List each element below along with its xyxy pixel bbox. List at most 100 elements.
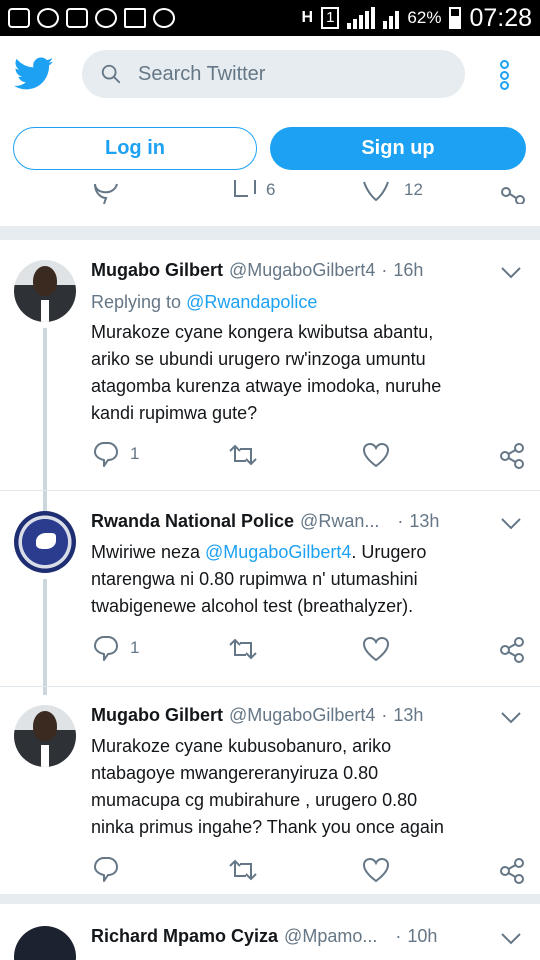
tweet-text-line: atagomba kurenza atwaye imodoka, nuruhe — [91, 376, 442, 396]
replying-to: Replying to @Rwandapolice — [91, 292, 317, 313]
tweet-text-line: twabigenewe alcohol test (breathalyzer). — [91, 596, 414, 616]
tweet-text: Murakoze cyane kongera kwibutsa abantu, … — [91, 319, 511, 427]
retweet-count: 6 — [266, 180, 276, 199]
chevron-down-icon[interactable] — [500, 517, 522, 531]
mute-icon — [124, 8, 146, 28]
signal-icon — [347, 7, 376, 29]
notification-icons — [8, 8, 175, 28]
display-name[interactable]: Mugabo Gilbert — [91, 260, 223, 281]
search-icon — [101, 64, 121, 84]
section-divider — [0, 226, 540, 240]
add-icon — [8, 8, 30, 28]
user-handle[interactable]: @Rwan... — [300, 511, 379, 532]
share-icon[interactable] — [498, 442, 526, 470]
tweet-actions: 1 — [0, 634, 540, 664]
search-bar[interactable]: Search Twitter — [82, 50, 465, 98]
separator-dot: · — [381, 260, 388, 280]
status-bar: H 1 62% 07:28 — [0, 0, 540, 36]
reply-count: 1 — [130, 444, 140, 463]
tweet-header: Mugabo Gilbert @MugaboGilbert4 · 13h — [91, 705, 501, 731]
avatar[interactable] — [14, 705, 76, 767]
timestamp[interactable]: 13h — [393, 705, 423, 726]
heart-icon[interactable] — [362, 442, 390, 468]
share-icon[interactable] — [498, 857, 526, 885]
tweet-text-line: kandi rupimwa gute? — [91, 403, 258, 423]
display-name[interactable]: Richard Mpamo Cyiza — [91, 926, 278, 947]
battery-percent: 62% — [407, 8, 442, 27]
heart-icon[interactable] — [362, 857, 390, 883]
tweet-header: Rwanda National Police @Rwan... · 13h — [91, 511, 501, 537]
app-header: Search Twitter — [0, 36, 540, 114]
reply-action[interactable]: 1 — [92, 634, 139, 662]
user-handle[interactable]: @MugaboGilbert4 — [229, 260, 375, 281]
user-handle[interactable]: @Mpamo... — [284, 926, 377, 947]
alarm-icon — [153, 8, 175, 28]
share-icon[interactable] — [500, 178, 526, 204]
user-handle[interactable]: @MugaboGilbert4 — [229, 705, 375, 726]
separator-dot: · — [381, 705, 388, 725]
display-name[interactable]: Rwanda National Police — [91, 511, 294, 532]
tweet-text-line: Murakoze cyane kongera kwibutsa abantu, — [91, 322, 434, 342]
reply-icon[interactable] — [92, 170, 120, 204]
network-type: H — [301, 9, 314, 26]
share-icon[interactable] — [498, 636, 526, 664]
retweet-icon — [234, 180, 256, 197]
like-count: 12 — [404, 180, 423, 199]
heart-icon — [363, 181, 389, 202]
more-options-icon[interactable] — [497, 60, 511, 90]
reply-count: 1 — [130, 638, 140, 657]
reply-icon — [94, 636, 118, 661]
twitter-logo-icon[interactable] — [14, 56, 54, 92]
tweet-text-line: Mwiriwe neza @MugaboGilbert4. Urugero — [91, 539, 511, 566]
tweet-header: Richard Mpamo Cyiza @Mpamo... · 10h — [91, 926, 501, 952]
tweet[interactable]: Richard Mpamo Cyiza @Mpamo... · 10h — [0, 904, 540, 960]
tweet-header: Mugabo Gilbert @MugaboGilbert4 · 16h — [91, 260, 501, 286]
replying-to-mention[interactable]: @Rwandapolice — [186, 292, 317, 312]
chevron-down-icon[interactable] — [500, 266, 522, 280]
tweet-text: Murakoze cyane kubusobanuro, ariko ntaba… — [91, 733, 511, 841]
avatar[interactable] — [14, 511, 76, 573]
previous-tweet-actions: 6 12 — [0, 170, 540, 210]
whatsapp-icon — [37, 8, 59, 28]
like-action[interactable]: 12 — [362, 178, 423, 202]
retweet-action[interactable]: 6 — [230, 180, 275, 200]
tweet[interactable]: Mugabo Gilbert @MugaboGilbert4 · 16h Rep… — [0, 240, 540, 518]
reply-icon[interactable] — [92, 855, 120, 883]
mention-link[interactable]: @MugaboGilbert4 — [205, 542, 351, 562]
timestamp[interactable]: 13h — [409, 511, 439, 532]
tweet-text-fragment: . Urugero — [351, 542, 427, 562]
tweet-text-line: ntarengwa ni 0.80 rupimwa n' utumashini — [91, 569, 418, 589]
chevron-down-icon[interactable] — [500, 711, 522, 725]
separator-dot: · — [395, 926, 402, 946]
tweet-text-line: ninka primus ingahe? Thank you once agai… — [91, 817, 444, 837]
tweet-text-line: mumacupa cg mubirahure , urugero 0.80 — [91, 790, 418, 810]
speedometer-icon — [95, 8, 117, 28]
reply-action[interactable]: 1 — [92, 440, 139, 468]
tweet-text-fragment: Mwiriwe neza — [91, 542, 206, 562]
tweet-text: Mwiriwe neza @MugaboGilbert4. Urugero nt… — [91, 539, 511, 620]
retweet-icon[interactable] — [228, 858, 258, 882]
signal-2-icon — [383, 7, 400, 29]
retweet-icon[interactable] — [228, 443, 258, 467]
timestamp[interactable]: 10h — [407, 926, 437, 947]
replying-to-label: Replying to — [91, 292, 187, 312]
tweet[interactable]: Rwanda National Police @Rwan... · 13h Mw… — [0, 491, 540, 695]
section-divider — [0, 894, 540, 904]
avatar[interactable] — [14, 926, 76, 960]
heart-icon[interactable] — [362, 636, 390, 662]
display-name[interactable]: Mugabo Gilbert — [91, 705, 223, 726]
separator-dot: · — [397, 511, 404, 531]
retweet-icon[interactable] — [228, 637, 258, 661]
reply-icon — [94, 442, 118, 467]
tweet[interactable]: Mugabo Gilbert @MugaboGilbert4 · 13h Mur… — [0, 687, 540, 893]
tweet-text-line: Murakoze cyane kubusobanuro, ariko — [91, 736, 392, 756]
timestamp[interactable]: 16h — [393, 260, 423, 281]
tweet-actions: 1 — [0, 440, 540, 470]
chevron-down-icon[interactable] — [500, 932, 522, 946]
login-button[interactable]: Log in — [13, 127, 257, 170]
signup-button[interactable]: Sign up — [270, 127, 526, 170]
tweet-actions — [0, 855, 540, 885]
avatar[interactable] — [14, 260, 76, 322]
battery-icon — [449, 7, 462, 29]
tweet-text-line: ntabagoye mwangereranyiruza 0.80 — [91, 763, 379, 783]
